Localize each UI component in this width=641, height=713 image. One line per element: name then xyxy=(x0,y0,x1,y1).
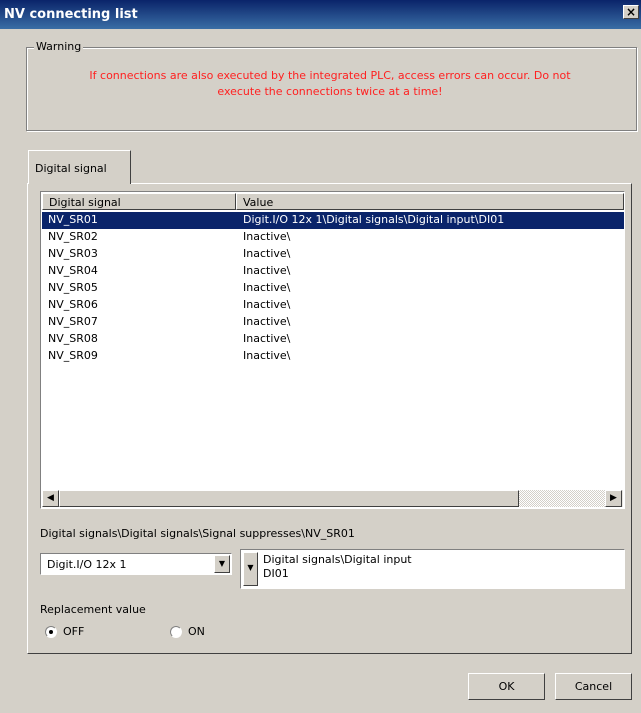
replacement-value-label: Replacement value xyxy=(40,603,146,616)
cell-signal: NV_SR02 xyxy=(48,230,98,243)
table-row[interactable]: NV_SR07 Inactive\ xyxy=(42,314,624,331)
table-header: Digital signal Value xyxy=(42,193,624,211)
column-header-signal[interactable]: Digital signal xyxy=(42,193,236,210)
cell-value: Inactive\ xyxy=(243,315,291,328)
cell-signal: NV_SR08 xyxy=(48,332,98,345)
warning-line-1: If connections are also executed by the … xyxy=(89,69,571,82)
warning-message: If connections are also executed by the … xyxy=(40,68,620,100)
scroll-left-icon[interactable]: ◀ xyxy=(42,490,59,507)
cell-signal: NV_SR06 xyxy=(48,298,98,311)
module-select[interactable]: Digit.I/O 12x 1 ▼ xyxy=(40,553,232,575)
table-row[interactable]: NV_SR02 Inactive\ xyxy=(42,229,624,246)
cell-signal: NV_SR04 xyxy=(48,264,98,277)
ok-button[interactable]: OK xyxy=(468,673,545,700)
scrollbar-thumb[interactable] xyxy=(59,490,519,507)
radio-on-indicator[interactable] xyxy=(170,626,182,638)
radio-on-label: ON xyxy=(188,625,205,638)
scroll-right-icon[interactable]: ▶ xyxy=(605,490,622,507)
value-text: Digital signals\Digital input DI01 xyxy=(263,553,412,581)
cell-value: Inactive\ xyxy=(243,281,291,294)
cell-value: Inactive\ xyxy=(243,247,291,260)
table-row[interactable]: NV_SR04 Inactive\ xyxy=(42,263,624,280)
cell-signal: NV_SR01 xyxy=(48,213,98,226)
column-header-value[interactable]: Value xyxy=(236,193,624,210)
cell-signal: NV_SR07 xyxy=(48,315,98,328)
cell-value: Inactive\ xyxy=(243,264,291,277)
warning-line-2: execute the connections twice at a time! xyxy=(217,85,443,98)
scrollbar-track[interactable] xyxy=(519,490,605,507)
window-title: NV connecting list xyxy=(4,7,138,22)
horizontal-scrollbar[interactable]: ◀ ▶ xyxy=(42,490,623,507)
value-box[interactable]: ▼ Digital signals\Digital input DI01 xyxy=(240,549,625,589)
cancel-button[interactable]: Cancel xyxy=(555,673,632,700)
chevron-down-icon[interactable]: ▼ xyxy=(214,555,230,573)
cell-value: Inactive\ xyxy=(243,349,291,362)
cell-value: Inactive\ xyxy=(243,230,291,243)
signal-path-label: Digital signals\Digital signals\Signal s… xyxy=(40,527,355,540)
table-row[interactable]: NV_SR08 Inactive\ xyxy=(42,331,624,348)
cell-signal: NV_SR05 xyxy=(48,281,98,294)
title-bar: NV connecting list × xyxy=(0,0,641,29)
value-dropdown-icon[interactable]: ▼ xyxy=(243,552,258,586)
signal-table[interactable]: Digital signal Value NV_SR01 Digit.I/O 12… xyxy=(40,191,625,509)
table-row[interactable]: NV_SR06 Inactive\ xyxy=(42,297,624,314)
value-line-1: Digital signals\Digital input xyxy=(263,553,412,566)
radio-off-label: OFF xyxy=(63,625,85,638)
table-row[interactable]: NV_SR09 Inactive\ xyxy=(42,348,624,365)
cell-value: Digit.I/O 12x 1\Digital signals\Digital … xyxy=(243,213,505,226)
module-select-value: Digit.I/O 12x 1 xyxy=(47,558,127,571)
cell-value: Inactive\ xyxy=(243,298,291,311)
table-row[interactable]: NV_SR01 Digit.I/O 12x 1\Digital signals\D… xyxy=(42,212,624,229)
tab-digital-signal[interactable]: Digital signal xyxy=(28,150,131,184)
close-icon[interactable]: × xyxy=(623,5,639,19)
cell-signal: NV_SR03 xyxy=(48,247,98,260)
table-row[interactable]: NV_SR05 Inactive\ xyxy=(42,280,624,297)
tab-label: Digital signal xyxy=(35,162,107,175)
table-row[interactable]: NV_SR03 Inactive\ xyxy=(42,246,624,263)
cell-signal: NV_SR09 xyxy=(48,349,98,362)
cell-value: Inactive\ xyxy=(243,332,291,345)
radio-off-indicator[interactable] xyxy=(45,626,57,638)
warning-group-label: Warning xyxy=(34,40,84,53)
value-line-2: DI01 xyxy=(263,567,289,580)
